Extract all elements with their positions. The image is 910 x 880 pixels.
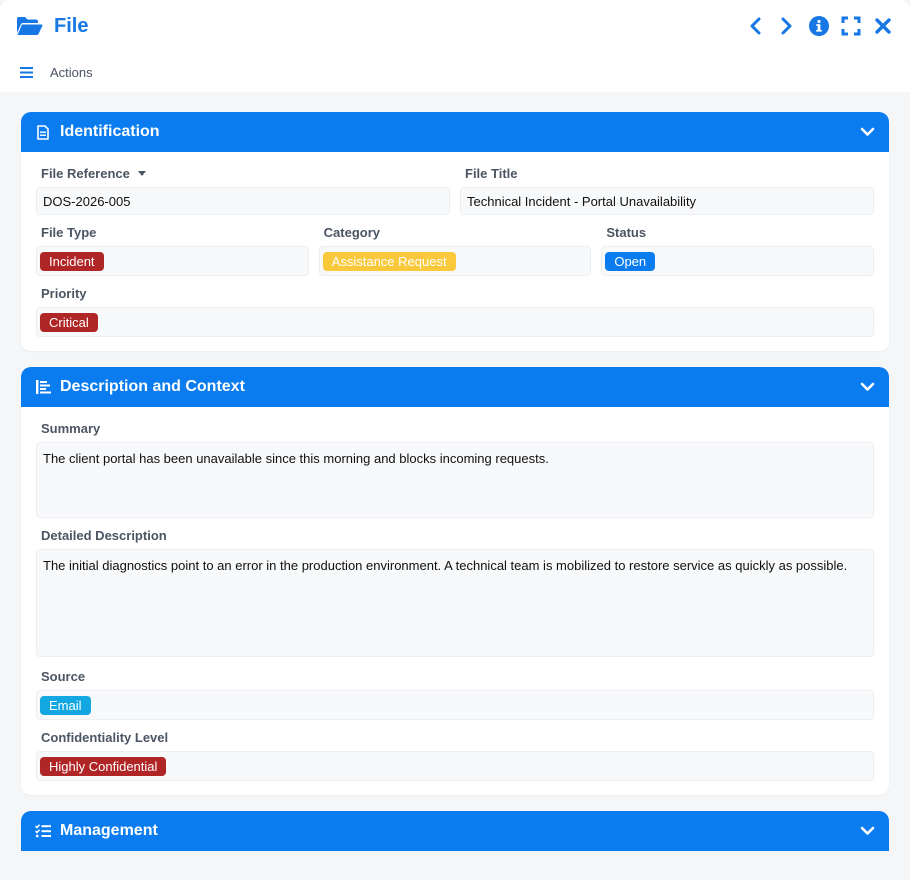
- priority-field: Priority Critical: [36, 286, 874, 337]
- chevron-down-icon[interactable]: [859, 379, 875, 395]
- align-left-icon: [35, 379, 51, 395]
- section-title: Identification: [60, 123, 160, 140]
- category-label: Category: [323, 225, 381, 240]
- category-select[interactable]: Assistance Request: [318, 246, 592, 276]
- file-window: File Actions Identification File Referen…: [0, 0, 910, 880]
- content-area: Identification File Reference DOS-2026-0…: [0, 92, 910, 851]
- confidentiality-field: Confidentiality Level Highly Confidentia…: [36, 730, 874, 781]
- hamburger-menu-icon[interactable]: [20, 66, 34, 78]
- source-select[interactable]: Email: [36, 690, 874, 720]
- section-title: Management: [60, 822, 158, 839]
- detailed-description-label: Detailed Description: [41, 528, 167, 543]
- category-field: Category Assistance Request: [318, 225, 592, 276]
- status-badge: Open: [605, 251, 656, 271]
- priority-badge: Critical: [40, 312, 98, 332]
- chevron-right-icon[interactable]: [776, 15, 798, 37]
- chevron-down-icon[interactable]: [859, 124, 875, 140]
- list-check-icon: [35, 823, 51, 839]
- file-title-label: File Title: [465, 166, 518, 181]
- confidentiality-select[interactable]: Highly Confidential: [36, 751, 874, 781]
- status-select[interactable]: Open: [601, 246, 875, 276]
- description-header[interactable]: Description and Context: [21, 367, 889, 407]
- folder-open-icon: [16, 15, 44, 37]
- summary-textarea[interactable]: The client portal has been unavailable s…: [36, 442, 874, 518]
- actions-menu[interactable]: Actions: [50, 65, 93, 80]
- file-title-input[interactable]: Technical Incident - Portal Unavailabili…: [460, 187, 874, 215]
- status-field: Status Open: [601, 225, 875, 276]
- detailed-description-textarea[interactable]: The initial diagnostics point to an erro…: [36, 549, 874, 657]
- detailed-description-field: Detailed Description The initial diagnos…: [36, 528, 874, 657]
- file-reference-field: File Reference DOS-2026-005: [36, 166, 450, 215]
- category-badge: Assistance Request: [322, 251, 456, 271]
- menu-bar: Actions: [0, 52, 910, 92]
- description-section: Description and Context Summary The clie…: [21, 367, 889, 795]
- title-actions: [744, 15, 894, 37]
- fullscreen-icon[interactable]: [840, 15, 862, 37]
- section-title: Description and Context: [60, 378, 245, 395]
- description-body: Summary The client portal has been unava…: [21, 407, 889, 795]
- caret-down-icon[interactable]: [137, 171, 146, 177]
- document-icon: [35, 124, 51, 140]
- file-reference-label: File Reference: [41, 166, 130, 181]
- title-bar: File: [0, 0, 910, 52]
- identification-body: File Reference DOS-2026-005 File Title T…: [21, 152, 889, 351]
- priority-label: Priority: [41, 286, 87, 301]
- chevron-down-icon[interactable]: [859, 823, 875, 839]
- confidentiality-label: Confidentiality Level: [41, 730, 169, 745]
- file-title-field: File Title Technical Incident - Portal U…: [460, 166, 874, 215]
- management-section: Management: [21, 811, 889, 851]
- identification-header[interactable]: Identification: [21, 112, 889, 152]
- summary-field: Summary The client portal has been unava…: [36, 421, 874, 518]
- confidentiality-badge: Highly Confidential: [40, 756, 167, 776]
- file-type-badge: Incident: [40, 251, 104, 271]
- source-label: Source: [41, 669, 86, 684]
- identification-section: Identification File Reference DOS-2026-0…: [21, 112, 889, 351]
- file-reference-input[interactable]: DOS-2026-005: [36, 187, 450, 215]
- file-type-select[interactable]: Incident: [36, 246, 309, 276]
- status-label: Status: [606, 225, 647, 240]
- file-type-label: File Type: [41, 225, 97, 240]
- file-type-field: File Type Incident: [36, 225, 309, 276]
- info-icon[interactable]: [808, 15, 830, 37]
- window-title: File: [54, 14, 89, 37]
- source-field: Source Email: [36, 669, 874, 720]
- source-badge: Email: [40, 695, 91, 715]
- chevron-left-icon[interactable]: [744, 15, 766, 37]
- management-header[interactable]: Management: [21, 811, 889, 851]
- close-icon[interactable]: [872, 15, 894, 37]
- summary-label: Summary: [41, 421, 101, 436]
- priority-select[interactable]: Critical: [36, 307, 874, 337]
